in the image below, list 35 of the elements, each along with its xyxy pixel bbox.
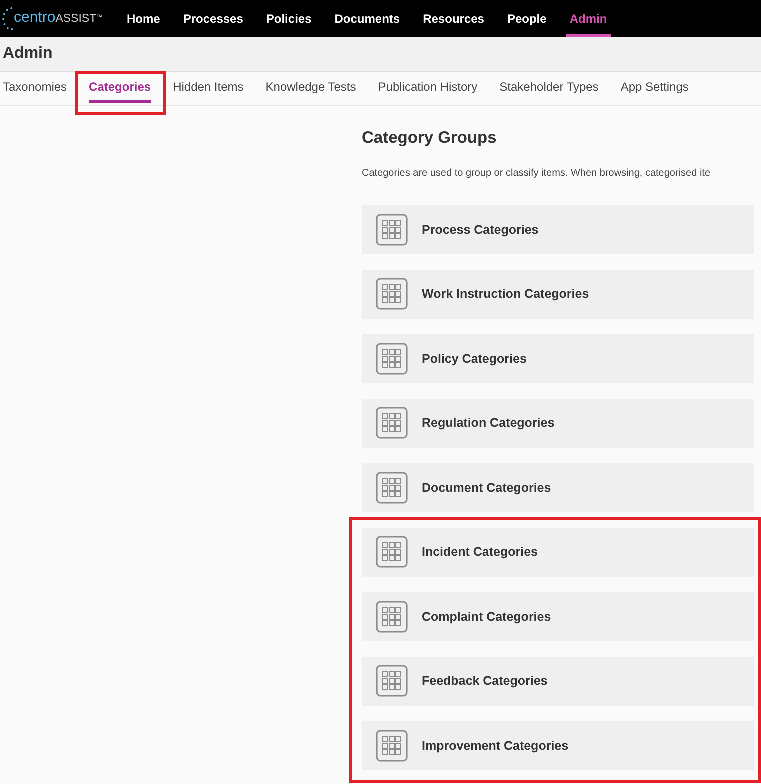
- grid-icon: [376, 536, 408, 568]
- grid-icon: [376, 342, 408, 374]
- category-card[interactable]: Policy Categories: [362, 334, 754, 383]
- grid-icon: [376, 407, 408, 439]
- section-title: Category Groups: [362, 128, 498, 148]
- tab[interactable]: Publication History: [378, 72, 478, 103]
- tab[interactable]: Knowledge Tests: [266, 72, 356, 103]
- nav-link[interactable]: Documents: [330, 0, 404, 37]
- page-title: Admin: [3, 45, 53, 63]
- category-card[interactable]: Feedback Categories: [362, 656, 754, 706]
- category-card[interactable]: Process Categories: [362, 205, 754, 254]
- grid-icon: [376, 730, 408, 762]
- category-card[interactable]: Document Categories: [362, 463, 754, 512]
- nav-link[interactable]: Processes: [179, 0, 248, 37]
- nav-link[interactable]: Policies: [262, 0, 316, 37]
- nav-link[interactable]: People: [503, 0, 551, 37]
- tab[interactable]: Taxonomies: [3, 72, 68, 103]
- nav-link[interactable]: Home: [123, 0, 164, 37]
- category-card[interactable]: Regulation Categories: [362, 398, 754, 448]
- category-card[interactable]: Incident Categories: [362, 528, 754, 576]
- tab[interactable]: Stakeholder Types: [500, 72, 599, 103]
- tab[interactable]: App Settings: [620, 72, 689, 103]
- category-card[interactable]: Complaint Categories: [362, 592, 754, 641]
- grid-icon: [376, 472, 408, 504]
- tab[interactable]: Hidden Items: [173, 72, 244, 103]
- grid-icon: [376, 665, 408, 697]
- dotted-arc-icon: [2, 6, 13, 30]
- grid-icon: [376, 214, 408, 246]
- section-description: Categories are used to group or classify items. When browsing, categorised ite: [362, 168, 712, 180]
- grid-icon: [376, 600, 408, 632]
- nav-link[interactable]: Resources: [419, 0, 488, 37]
- tab[interactable]: Categories: [89, 72, 152, 103]
- category-card[interactable]: Work Instruction Categories: [362, 270, 754, 318]
- grid-icon: [376, 278, 408, 310]
- category-card[interactable]: Improvement Categories: [362, 721, 754, 770]
